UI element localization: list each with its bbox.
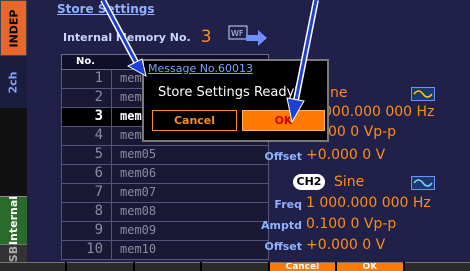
row-number: 1	[62, 70, 112, 88]
side-strip	[0, 108, 27, 196]
softkey-7[interactable]	[404, 262, 470, 271]
row-number: 4	[62, 127, 112, 145]
row-name: mem09	[112, 222, 268, 240]
sine-wave-icon	[411, 176, 435, 190]
tab-indep[interactable]: INDEP	[0, 0, 27, 56]
sine-wave-icon	[411, 87, 435, 101]
tab-2ch-label: 2ch	[6, 70, 20, 94]
row-name: mem08	[112, 203, 268, 221]
memory-number-row: Internal Memory No. 3	[63, 27, 212, 47]
table-row[interactable]: 9 mem09	[61, 222, 269, 241]
ch2-freq-value[interactable]: 1 000.000 000 Hz	[306, 195, 431, 211]
softkey-1[interactable]	[0, 262, 66, 271]
row-number: 5	[62, 146, 112, 164]
waveform-transfer-icon: WF	[228, 25, 267, 46]
table-row[interactable]: 6 mem06	[61, 165, 269, 184]
softkey-ok[interactable]: OK	[337, 262, 403, 271]
tab-internal[interactable]: Internal	[0, 195, 27, 246]
ch2-offset-label: Offset	[264, 240, 302, 253]
ch1-offset-value[interactable]: +0.000 0 V	[306, 147, 385, 163]
row-name: mem07	[112, 184, 268, 202]
memory-number-label: Internal Memory No.	[63, 30, 191, 44]
wf-icon-text: WF	[231, 29, 244, 38]
ch2-offset-value[interactable]: +0.000 0 V	[306, 237, 385, 253]
row-number: 9	[62, 222, 112, 240]
ch2-badge[interactable]: CH2	[293, 174, 325, 190]
row-number: 2	[62, 89, 112, 107]
table-row[interactable]: 5 mem05	[61, 146, 269, 165]
table-row[interactable]: 10 mem10	[61, 241, 269, 260]
row-name: mem10	[112, 241, 268, 259]
softkey-cancel[interactable]: Cancel	[269, 262, 336, 271]
ch1-amptd-value[interactable]: 00 0 Vp-p	[328, 124, 396, 140]
ch2-freq-label: Freq	[274, 198, 302, 211]
tab-2ch[interactable]: 2ch	[0, 56, 27, 108]
tab-internal-label: Internal	[7, 195, 20, 246]
ch1-offset-label: Offset	[264, 150, 302, 163]
row-number: 10	[62, 241, 112, 259]
softkey-4[interactable]	[202, 262, 268, 271]
softkey-2[interactable]	[67, 262, 133, 271]
row-number: 6	[62, 165, 112, 183]
row-name: mem05	[112, 146, 268, 164]
row-number: 3	[62, 108, 112, 126]
dialog-title: Message No.60013	[148, 62, 253, 75]
ch2-waveform[interactable]: Sine	[334, 174, 364, 190]
confirm-dialog: Message No.60013 Store Settings Ready? C…	[142, 59, 329, 142]
ok-button[interactable]: OK	[242, 110, 325, 131]
softkey-bar: Cancel OK	[0, 262, 470, 271]
tab-indep-label: INDEP	[7, 8, 21, 48]
row-number: 8	[62, 203, 112, 221]
ch1-freq-value[interactable]: 000.000 000 Hz	[323, 104, 434, 120]
column-header-no: No.	[76, 56, 96, 67]
table-row[interactable]: 8 mem08	[61, 203, 269, 222]
softkey-3[interactable]	[134, 262, 201, 271]
generator-screen: INDEP 2ch Internal USB Store Settings In…	[0, 0, 470, 271]
table-row[interactable]: 7 mem07	[61, 184, 269, 203]
row-name: mem06	[112, 165, 268, 183]
ch1-waveform[interactable]: ne	[330, 85, 348, 101]
ch2-amptd-value[interactable]: 0.100 0 Vp-p	[306, 216, 396, 232]
dialog-message: Store Settings Ready?	[158, 85, 302, 100]
ch2-amptd-label: Amptd	[261, 219, 302, 232]
memory-number-value[interactable]: 3	[201, 27, 212, 47]
page-title: Store Settings	[57, 2, 155, 16]
row-number: 7	[62, 184, 112, 202]
cancel-button[interactable]: Cancel	[152, 110, 237, 131]
